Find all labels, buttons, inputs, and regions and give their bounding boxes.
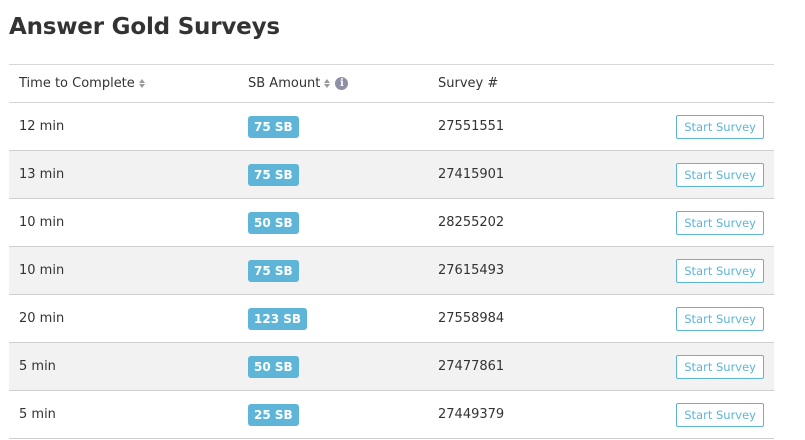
time-cell: 5 min: [19, 407, 56, 422]
table-row: 13 min 75 SB 27415901 Start Survey: [9, 151, 774, 199]
sort-icon[interactable]: [138, 79, 145, 88]
sb-badge: 75 SB: [248, 163, 299, 186]
start-survey-button[interactable]: Start Survey: [676, 354, 764, 379]
sb-badge: 75 SB: [248, 115, 299, 138]
table-row: 10 min 75 SB 27615493 Start Survey: [9, 247, 774, 295]
sb-badge: 50 SB: [248, 211, 299, 234]
sb-badge: 75 SB: [248, 259, 299, 282]
time-cell: 12 min: [19, 119, 65, 134]
table-header: Time to Complete SB Amount i Survey #: [9, 65, 774, 103]
action-cell: Start Survey: [676, 103, 764, 150]
sb-badge: 25 SB: [248, 403, 299, 426]
survey-table: Time to Complete SB Amount i Survey # 12…: [9, 64, 774, 439]
start-survey-button[interactable]: Start Survey: [676, 114, 764, 139]
sb-cell: 75 SB: [248, 103, 299, 150]
survey-number-cell: 27558984: [438, 311, 505, 326]
action-cell: Start Survey: [676, 247, 764, 294]
start-survey-button[interactable]: Start Survey: [676, 306, 764, 331]
start-survey-button[interactable]: Start Survey: [676, 402, 764, 427]
sb-badge: 50 SB: [248, 355, 299, 378]
sb-cell: 25 SB: [248, 391, 299, 438]
time-cell: 10 min: [19, 215, 65, 230]
time-cell: 20 min: [19, 311, 65, 326]
survey-number-cell: 28255202: [438, 215, 505, 230]
survey-number-cell: 27415901: [438, 167, 505, 182]
table-row: 5 min 25 SB 27449379 Start Survey: [9, 391, 774, 439]
sb-cell: 75 SB: [248, 247, 299, 294]
table-row: 12 min 75 SB 27551551 Start Survey: [9, 103, 774, 151]
sb-cell: 123 SB: [248, 295, 308, 342]
action-cell: Start Survey: [676, 295, 764, 342]
survey-number-cell: 27551551: [438, 119, 505, 134]
time-cell: 5 min: [19, 359, 56, 374]
sb-badge: 123 SB: [248, 307, 308, 330]
header-time-to-complete[interactable]: Time to Complete: [19, 65, 145, 102]
sb-cell: 75 SB: [248, 151, 299, 198]
sort-icon[interactable]: [324, 79, 331, 88]
time-cell: 10 min: [19, 263, 65, 278]
table-row: 20 min 123 SB 27558984 Start Survey: [9, 295, 774, 343]
action-cell: Start Survey: [676, 391, 764, 438]
survey-number-cell: 27449379: [438, 407, 505, 422]
table-row: 5 min 50 SB 27477861 Start Survey: [9, 343, 774, 391]
header-time-label: Time to Complete: [19, 76, 135, 91]
header-survey-number: Survey #: [438, 65, 498, 102]
action-cell: Start Survey: [676, 343, 764, 390]
start-survey-button[interactable]: Start Survey: [676, 210, 764, 235]
info-icon[interactable]: i: [335, 77, 349, 90]
start-survey-button[interactable]: Start Survey: [676, 258, 764, 283]
header-survey-label: Survey #: [438, 76, 499, 91]
action-cell: Start Survey: [676, 199, 764, 246]
start-survey-button[interactable]: Start Survey: [676, 162, 764, 187]
sb-cell: 50 SB: [248, 199, 299, 246]
header-sb-label: SB Amount: [248, 76, 321, 91]
table-row: 10 min 50 SB 28255202 Start Survey: [9, 199, 774, 247]
sb-cell: 50 SB: [248, 343, 299, 390]
action-cell: Start Survey: [676, 151, 764, 198]
survey-number-cell: 27615493: [438, 263, 505, 278]
time-cell: 13 min: [19, 167, 65, 182]
page-title: Answer Gold Surveys: [9, 14, 280, 40]
survey-number-cell: 27477861: [438, 359, 505, 374]
header-sb-amount[interactable]: SB Amount i: [248, 65, 349, 102]
